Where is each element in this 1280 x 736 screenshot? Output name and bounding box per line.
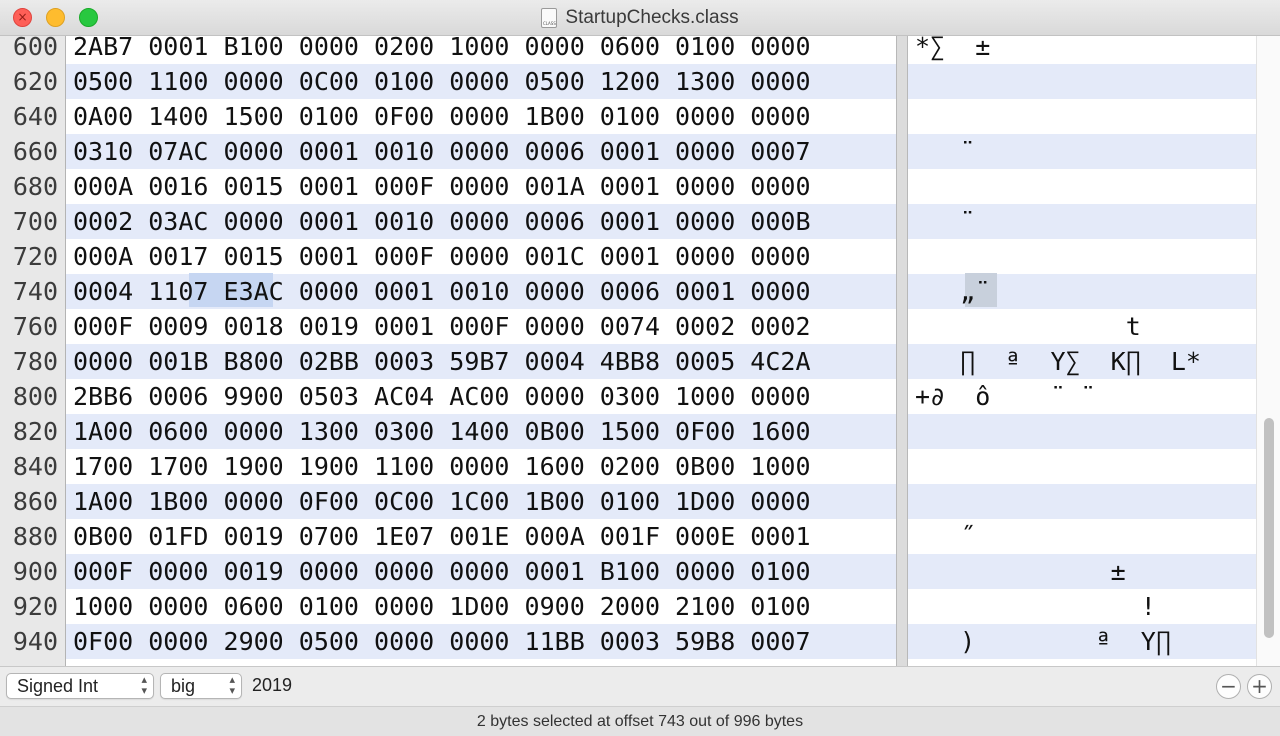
hex-row[interactable]: 0B00 01FD 0019 0700 1E07 001E 000A 001F …: [66, 519, 898, 554]
inspector-value[interactable]: 2019: [252, 673, 292, 697]
ascii-pane[interactable]: *∑ ± ¨ ¨ „¨ t ∏ ª Y∑ K∏ L* +∂ ô ¨ ¨ ˝ ± !…: [908, 36, 1256, 666]
offset-gutter: 600 620 640 660 680 700 720 740 760 780 800 820 840 8…: [0, 36, 66, 666]
offset-label: 600: [12, 36, 58, 61]
offset-label: 820: [12, 417, 58, 446]
ascii-row[interactable]: ±: [908, 554, 1256, 589]
offset-label: 900: [12, 557, 58, 586]
scroll-thumb[interactable]: [1264, 418, 1274, 638]
hex-row[interactable]: 1A00 0600 0000 1300 0300 1400 0B00 1500 …: [66, 414, 898, 449]
status-bar: 2 bytes selected at offset 743 out of 99…: [0, 706, 1280, 736]
offset-label: 620: [12, 67, 58, 96]
offset-label: 880: [12, 522, 58, 551]
offset-label: 720: [12, 242, 58, 271]
file-icon-label: CLASS: [542, 21, 556, 26]
ascii-row[interactable]: !: [908, 589, 1256, 624]
title-wrap: CLASS StartupChecks.class: [0, 0, 1280, 36]
offset-label: 860: [12, 487, 58, 516]
vertical-scrollbar[interactable]: [1256, 36, 1280, 666]
offset-label: 680: [12, 172, 58, 201]
hex-row[interactable]: 1700 1700 1900 1900 1100 0000 1600 0200 …: [66, 449, 898, 484]
ascii-row[interactable]: [908, 484, 1256, 519]
offset-label: 760: [12, 312, 58, 341]
hex-editor[interactable]: 600 620 640 660 680 700 720 740 760 780 800 820 840 8…: [0, 36, 1280, 666]
offset-label: 940: [12, 627, 58, 656]
offset-label: 780: [12, 347, 58, 376]
ascii-row[interactable]: ∏ π ª: [908, 659, 1256, 666]
ascii-row[interactable]: *∑ ±: [908, 36, 1256, 64]
hex-row[interactable]: 0000 001B B800 02BB 0003 59B7 0004 4BB8 …: [66, 344, 898, 379]
hex-row[interactable]: 1000 0000 0600 0100 0000 1D00 0900 2000 …: [66, 589, 898, 624]
offset-label: 920: [12, 592, 58, 621]
data-type-value: Signed Int: [17, 676, 99, 696]
add-inspector-button[interactable]: +: [1247, 674, 1272, 699]
ascii-row[interactable]: ¨: [908, 134, 1256, 169]
hex-row[interactable]: 0004 1107 E3AC 0000 0001 0010 0000 0006 …: [66, 274, 898, 309]
ascii-row[interactable]: [908, 169, 1256, 204]
minus-icon: −: [1220, 674, 1237, 698]
ascii-row[interactable]: t: [908, 309, 1256, 344]
ascii-row[interactable]: +∂ ô ¨ ¨: [908, 379, 1256, 414]
selection-status: 2 bytes selected at offset 743 out of 99…: [476, 713, 804, 730]
ascii-row[interactable]: [908, 414, 1256, 449]
title-bar: × CLASS StartupChecks.class: [0, 0, 1280, 36]
hex-row[interactable]: 0002 03AC 0000 0001 0010 0000 0006 0001 …: [66, 204, 898, 239]
class-file-icon: CLASS: [541, 8, 558, 28]
ascii-row[interactable]: [908, 239, 1256, 274]
hex-row[interactable]: 0A00 1400 1500 0100 0F00 0000 1B00 0100 …: [66, 99, 898, 134]
offset-label: 660: [12, 137, 58, 166]
endian-value: big: [171, 676, 196, 696]
hex-pane[interactable]: 2AB7 0001 B100 0000 0200 1000 0000 0600 …: [66, 36, 898, 666]
window-title: StartupChecks.class: [565, 7, 739, 28]
inspector-bar: Signed Int ▴ ▾ big ▴ ▾ 2019 − +: [0, 666, 1280, 706]
offset-label: 840: [12, 452, 58, 481]
offset-label: 740: [12, 277, 58, 306]
ascii-row[interactable]: ¨: [908, 204, 1256, 239]
pane-divider[interactable]: [896, 36, 908, 666]
hex-row[interactable]: 000A 0016 0015 0001 000F 0000 001A 0001 …: [66, 169, 898, 204]
offset-label: 700: [12, 207, 58, 236]
ascii-row[interactable]: „¨: [908, 274, 1256, 309]
hex-row[interactable]: 0F00 0000 2900 0500 0000 0000 11BB 0003 …: [66, 624, 898, 659]
ascii-row[interactable]: [908, 64, 1256, 99]
ascii-row[interactable]: ∏ ª Y∑ K∏ L*: [908, 344, 1256, 379]
hex-row[interactable]: 000F 0000 0019 0000 0000 0000 0001 B100 …: [66, 554, 898, 589]
hex-row[interactable]: B800 02B9 0000 BB00 0AB8 0000 0001 0010 …: [66, 659, 898, 666]
ascii-row[interactable]: [908, 99, 1256, 134]
hex-row[interactable]: 1A00 1B00 0000 0F00 0C00 1C00 1B00 0100 …: [66, 484, 898, 519]
ascii-row[interactable]: ) ª Y∏: [908, 624, 1256, 659]
ascii-row[interactable]: [908, 449, 1256, 484]
chevron-updown-icon: ▴ ▾: [229, 674, 235, 697]
hex-row[interactable]: 2AB7 0001 B100 0000 0200 1000 0000 0600 …: [66, 36, 898, 64]
offset-label: 960: [0, 659, 58, 666]
endian-select[interactable]: big ▴ ▾: [160, 673, 242, 699]
offset-label: 640: [12, 102, 58, 131]
ascii-row[interactable]: ˝: [908, 519, 1256, 554]
hex-row[interactable]: 000A 0017 0015 0001 000F 0000 001C 0001 …: [66, 239, 898, 274]
hex-row[interactable]: 0500 1100 0000 0C00 0100 0000 0500 1200 …: [66, 64, 898, 99]
hex-row[interactable]: 2BB6 0006 9900 0503 AC04 AC00 0000 0300 …: [66, 379, 898, 414]
plus-icon: +: [1251, 674, 1268, 698]
hex-row[interactable]: 0310 07AC 0000 0001 0010 0000 0006 0001 …: [66, 134, 898, 169]
data-type-select[interactable]: Signed Int ▴ ▾: [6, 673, 154, 699]
remove-inspector-button[interactable]: −: [1216, 674, 1241, 699]
hex-row[interactable]: 000F 0009 0018 0019 0001 000F 0000 0074 …: [66, 309, 898, 344]
offset-label: 800: [12, 382, 58, 411]
chevron-updown-icon: ▴ ▾: [141, 674, 147, 697]
